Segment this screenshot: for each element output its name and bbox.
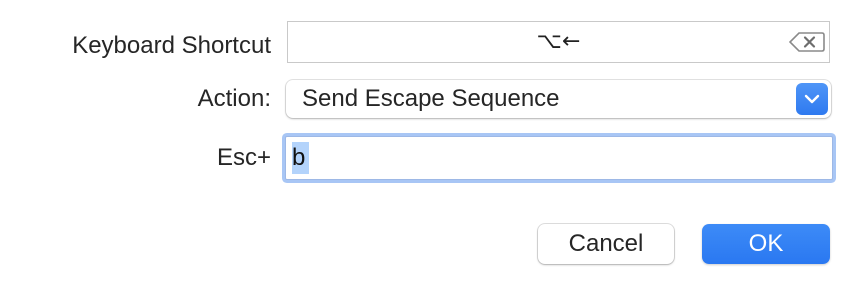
- action-popup-button[interactable]: Send Escape Sequence: [286, 80, 831, 118]
- keyboard-shortcut-dialog: Keyboard Shortcut ⌥← Action: Send Escape…: [0, 0, 862, 292]
- action-selected-value: Send Escape Sequence: [302, 85, 560, 112]
- ok-button[interactable]: OK: [702, 224, 830, 264]
- shortcut-value: ⌥←: [536, 29, 581, 54]
- esc-plus-label: Esc+: [216, 144, 271, 171]
- shortcut-recorder-field[interactable]: ⌥←: [287, 21, 830, 63]
- clear-shortcut-icon[interactable]: [788, 32, 825, 52]
- chevron-down-icon[interactable]: [796, 83, 828, 115]
- cancel-button[interactable]: Cancel: [538, 224, 674, 264]
- action-label: Action:: [197, 85, 271, 112]
- esc-sequence-field[interactable]: [285, 136, 833, 180]
- keyboard-shortcut-label: Keyboard Shortcut: [72, 32, 271, 59]
- esc-sequence-input[interactable]: [290, 141, 824, 175]
